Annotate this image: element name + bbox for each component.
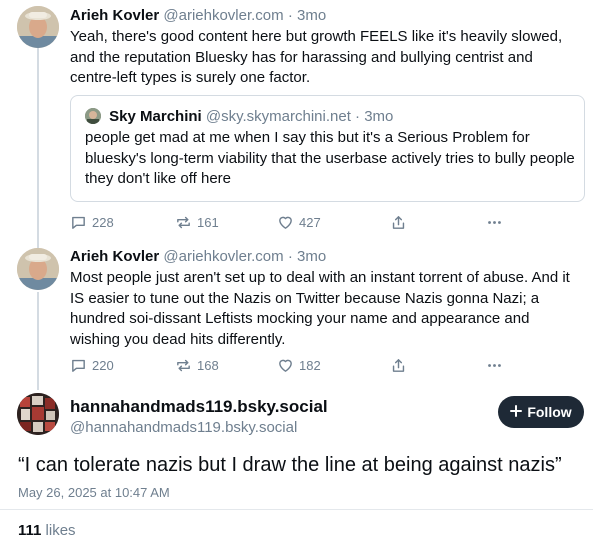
author-handle[interactable]: @ariehkovler.com: [163, 248, 283, 265]
post-header: Arieh Kovler @ariehkovler.com · 3mo: [70, 247, 326, 267]
post-text: Most people just aren't set up to deal w…: [70, 269, 570, 348]
likes-summary[interactable]: 111 likes: [18, 521, 76, 541]
repost-count: 168: [197, 357, 219, 373]
author-name[interactable]: Arieh Kovler: [70, 248, 159, 265]
like-button[interactable]: 182: [277, 355, 321, 375]
follow-button[interactable]: Follow: [498, 396, 584, 428]
thread-post[interactable]: Arieh Kovler @ariehkovler.com · 3mo Most…: [0, 0, 593, 380]
post-actions: 220 168 182: [70, 355, 510, 375]
like-count: 182: [299, 357, 321, 373]
ellipsis-icon: [486, 357, 503, 374]
divider: [0, 509, 593, 510]
share-icon: [390, 357, 407, 374]
author-handle[interactable]: @hannahandmads119.bsky.social: [70, 418, 297, 438]
post-age[interactable]: 3mo: [297, 248, 326, 265]
post-text: “I can tolerate nazis but I draw the lin…: [18, 454, 562, 476]
plus-icon: [510, 404, 523, 420]
repost-button[interactable]: 168: [175, 355, 219, 375]
more-options-button[interactable]: [486, 355, 503, 375]
likes-label: likes: [45, 522, 76, 539]
separator: ·: [287, 248, 293, 265]
display-name[interactable]: hannahandmads119.bsky.social: [70, 396, 328, 418]
post-timestamp[interactable]: May 26, 2025 at 10:47 AM: [18, 484, 170, 502]
share-button[interactable]: [390, 355, 407, 375]
repost-arrows-icon: [175, 357, 192, 374]
reply-button[interactable]: 220: [70, 355, 114, 375]
speech-bubble-icon: [70, 357, 87, 374]
heart-icon: [277, 357, 294, 374]
reply-count: 220: [92, 357, 114, 373]
follow-label: Follow: [527, 404, 572, 420]
likes-count: 111: [18, 522, 42, 539]
avatar[interactable]: [17, 393, 59, 435]
avatar[interactable]: [17, 248, 59, 290]
